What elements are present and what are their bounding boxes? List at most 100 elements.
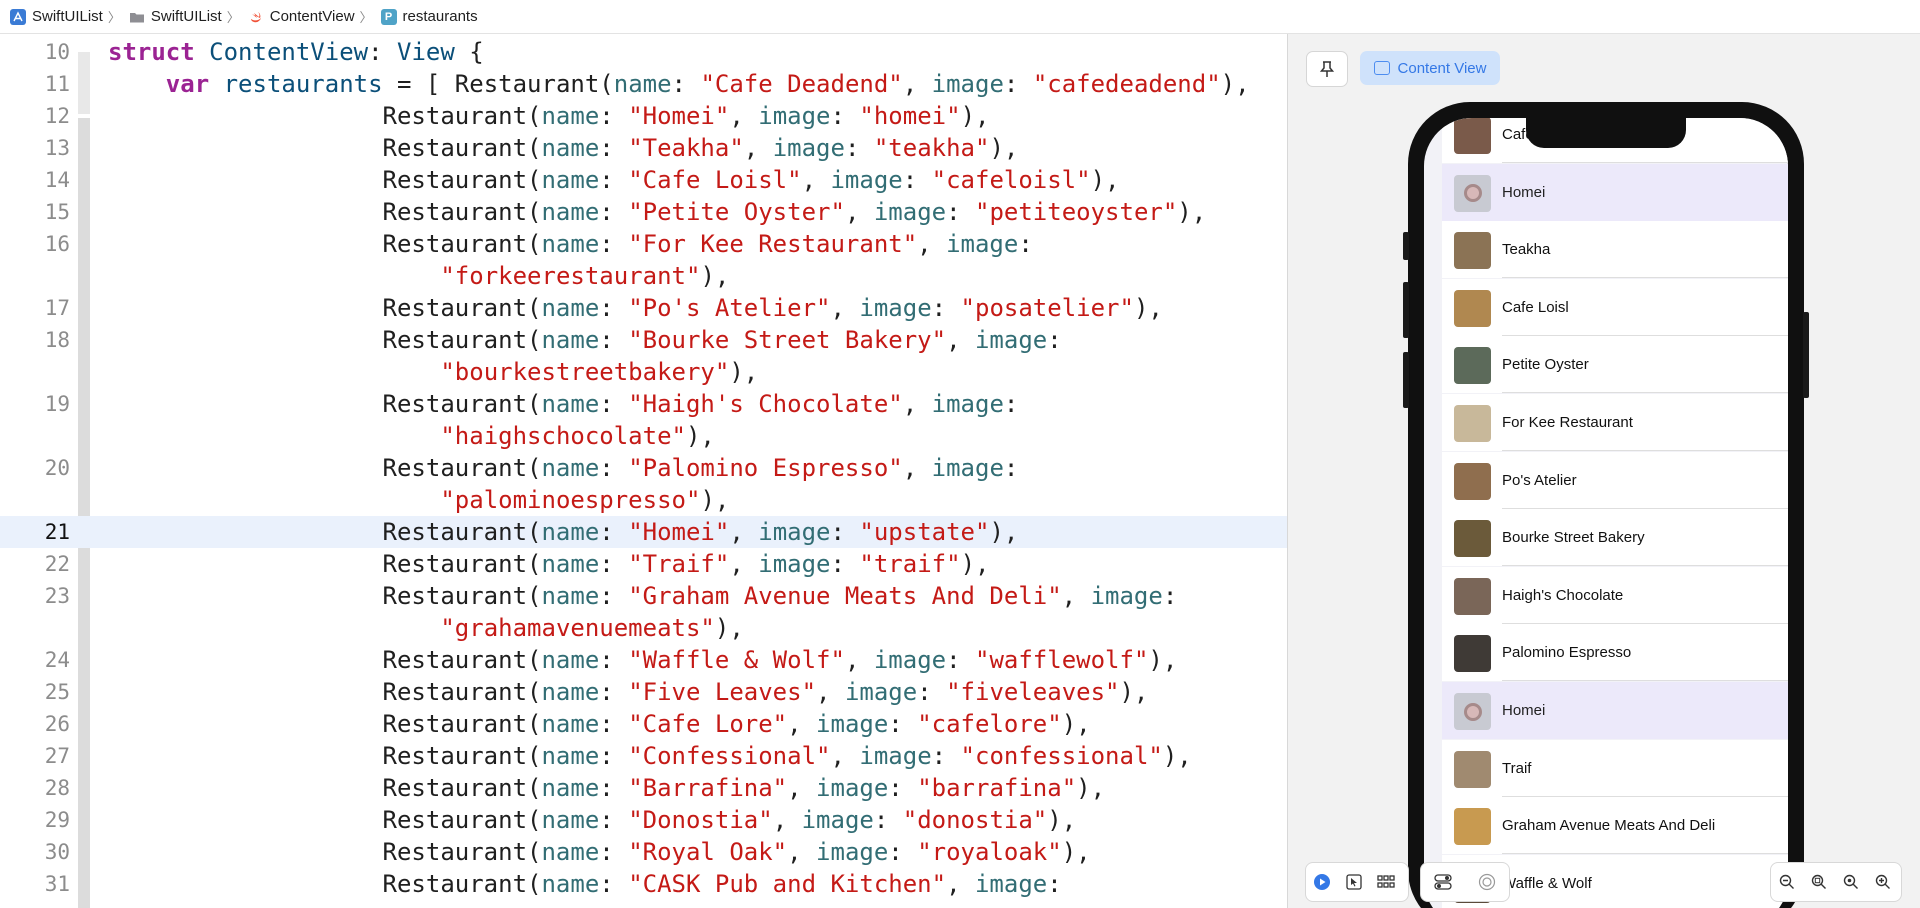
code-token: , xyxy=(729,102,759,130)
code-token: image xyxy=(974,870,1048,898)
chevron-right-icon: 〉 xyxy=(226,10,240,25)
code-token: "Five Leaves" xyxy=(628,678,817,706)
restaurant-row[interactable]: Homei xyxy=(1442,163,1788,221)
code-token: name xyxy=(541,550,600,578)
restaurant-row[interactable]: For Kee Restaurant xyxy=(1442,394,1788,451)
breadcrumb-item-symbol[interactable]: P restaurants xyxy=(380,8,478,25)
line-number: 14 xyxy=(44,168,70,192)
code-line[interactable]: 25 Restaurant(name: "Five Leaves", image… xyxy=(0,676,1287,708)
code-token: , xyxy=(946,870,975,898)
code-text: "bourkestreetbakery"), xyxy=(108,356,758,388)
content-view-preview-tab[interactable]: Content View xyxy=(1360,51,1500,85)
code-line[interactable]: 30 Restaurant(name: "Royal Oak", image: … xyxy=(0,836,1287,868)
code-line[interactable]: 21 Restaurant(name: "Homei", image: "ups… xyxy=(0,516,1287,548)
code-token: ), xyxy=(1220,70,1250,98)
selectable-mode-button[interactable] xyxy=(1338,866,1370,898)
code-line[interactable]: 20 Restaurant(name: "Palomino Espresso",… xyxy=(0,452,1287,484)
code-line[interactable]: 28 Restaurant(name: "Barrafina", image: … xyxy=(0,772,1287,804)
code-line[interactable]: 22 Restaurant(name: "Traif", image: "tra… xyxy=(0,548,1287,580)
code-line[interactable]: 24 Restaurant(name: "Waffle & Wolf", ima… xyxy=(0,644,1287,676)
preview-mode-toolbar xyxy=(1305,862,1409,902)
device-settings-button[interactable] xyxy=(1421,866,1465,898)
restaurant-row[interactable]: Graham Avenue Meats And Deli xyxy=(1442,797,1788,855)
breadcrumb-item-folder[interactable]: SwiftUIList xyxy=(129,8,222,25)
live-preview-button[interactable] xyxy=(1306,866,1338,898)
restaurant-row[interactable]: Traif xyxy=(1442,739,1788,797)
breadcrumb-item-file[interactable]: ContentView xyxy=(248,8,355,25)
code-line[interactable]: 15 Restaurant(name: "Petite Oyster", ima… xyxy=(0,196,1287,228)
accessibility-button[interactable] xyxy=(1465,866,1509,898)
code-token: "barrafina" xyxy=(917,774,1077,802)
source-editor[interactable]: 10 struct ContentView: View {11 var resta… xyxy=(0,34,1287,908)
code-line[interactable]: 16 Restaurant(name: "For Kee Restaurant"… xyxy=(0,228,1287,260)
code-text: "forkeerestaurant"), xyxy=(108,260,729,292)
restaurant-row[interactable]: Petite Oyster xyxy=(1442,336,1788,394)
code-text: struct ContentView: View { xyxy=(108,36,484,68)
code-token: "Po's Atelier" xyxy=(628,294,831,322)
code-token: : xyxy=(599,870,629,898)
code-line[interactable]: "haighschocolate"), xyxy=(0,420,1287,452)
line-number: 10 xyxy=(44,40,70,64)
code-line[interactable]: "bourkestreetbakery"), xyxy=(0,356,1287,388)
code-line[interactable]: 23 Restaurant(name: "Graham Avenue Meats… xyxy=(0,580,1287,612)
code-token: name xyxy=(541,390,600,418)
code-line[interactable]: 14 Restaurant(name: "Cafe Loisl", image:… xyxy=(0,164,1287,196)
line-number: 27 xyxy=(44,744,70,768)
breadcrumb-item-project[interactable]: SwiftUIList xyxy=(10,8,103,25)
restaurant-row[interactable]: Homei xyxy=(1442,682,1788,739)
code-text: Restaurant(name: "Donostia", image: "don… xyxy=(108,804,1077,836)
zoom-in-button[interactable] xyxy=(1867,866,1899,898)
zoom-actual-size-button[interactable] xyxy=(1835,866,1867,898)
code-token: , xyxy=(801,166,831,194)
restaurant-row[interactable]: Palomino Espresso xyxy=(1442,624,1788,682)
code-token: Restaurant( xyxy=(108,838,542,866)
code-token: ), xyxy=(700,486,730,514)
code-line[interactable]: 31 Restaurant(name: "CASK Pub and Kitche… xyxy=(0,868,1287,900)
variants-button[interactable] xyxy=(1370,866,1402,898)
code-line[interactable]: "grahamavenuemeats"), xyxy=(0,612,1287,644)
code-token: ), xyxy=(1061,710,1091,738)
restaurant-row[interactable]: Po's Atelier xyxy=(1442,451,1788,509)
code-line[interactable]: 11 var restaurants = [ Restaurant(name: … xyxy=(0,68,1287,100)
code-line[interactable]: 13 Restaurant(name: "Teakha", image: "te… xyxy=(0,132,1287,164)
code-token: name xyxy=(541,166,600,194)
code-line[interactable]: 18 Restaurant(name: "Bourke Street Baker… xyxy=(0,324,1287,356)
code-token: : xyxy=(946,198,975,226)
code-line[interactable]: 19 Restaurant(name: "Haigh's Chocolate",… xyxy=(0,388,1287,420)
zoom-out-button[interactable] xyxy=(1771,866,1803,898)
code-text: Restaurant(name: "Royal Oak", image: "ro… xyxy=(108,836,1091,868)
restaurant-row[interactable]: Bourke Street Bakery xyxy=(1442,509,1788,567)
code-line[interactable]: 17 Restaurant(name: "Po's Atelier", imag… xyxy=(0,292,1287,324)
restaurant-row[interactable]: Haigh's Chocolate xyxy=(1442,566,1788,624)
code-token: : xyxy=(599,326,629,354)
restaurant-row[interactable]: Cafe Loisl xyxy=(1442,278,1788,336)
code-token: image xyxy=(1090,582,1163,610)
restaurant-row[interactable]: Teakha xyxy=(1442,221,1788,279)
code-token: ), xyxy=(1090,166,1120,194)
device-screen[interactable]: Cafe D Homei Teakha Cafe Loisl Petite Oyster… xyxy=(1424,118,1788,908)
code-text: Restaurant(name: "Five Leaves", image: "… xyxy=(108,676,1149,708)
code-line[interactable]: 12 Restaurant(name: "Homei", image: "hom… xyxy=(0,100,1287,132)
code-token: Restaurant( xyxy=(108,326,542,354)
restaurant-thumbnail xyxy=(1454,118,1491,154)
code-token: , xyxy=(902,454,932,482)
code-token: ), xyxy=(1119,678,1149,706)
code-token: name xyxy=(541,678,600,706)
code-token: , xyxy=(830,294,860,322)
code-token: image xyxy=(859,742,932,770)
restaurant-thumbnail xyxy=(1454,174,1491,212)
zoom-actual-icon xyxy=(1843,874,1858,889)
pin-preview-button[interactable] xyxy=(1306,51,1348,87)
code-line[interactable]: 27 Restaurant(name: "Confessional", imag… xyxy=(0,740,1287,772)
code-text: "haighschocolate"), xyxy=(108,420,715,452)
code-token: "Confessional" xyxy=(628,742,831,770)
code-line[interactable]: 29 Restaurant(name: "Donostia", image: "… xyxy=(0,804,1287,836)
code-line[interactable]: "forkeerestaurant"), xyxy=(0,260,1287,292)
code-line[interactable]: 10 struct ContentView: View { xyxy=(0,36,1287,68)
code-line[interactable]: 26 Restaurant(name: "Cafe Lore", image: … xyxy=(0,708,1287,740)
code-token: ), xyxy=(1162,742,1192,770)
code-token: ), xyxy=(700,262,730,290)
zoom-fit-button[interactable] xyxy=(1803,866,1835,898)
code-line[interactable]: "palominoespresso"), xyxy=(0,484,1287,516)
